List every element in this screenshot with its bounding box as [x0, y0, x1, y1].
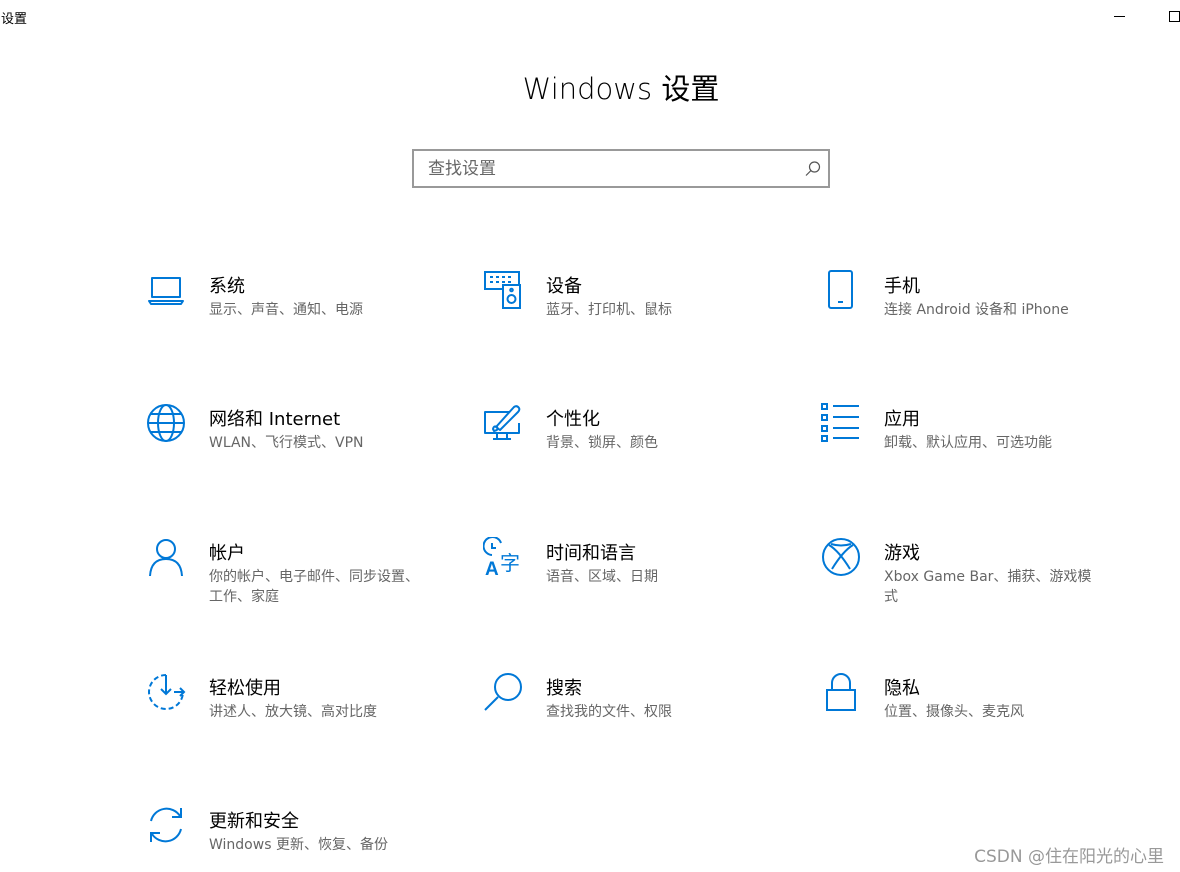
tile-accounts[interactable]: 帐户 你的帐户、电子邮件、同步设置、工作、家庭 — [146, 537, 446, 617]
tile-description: 讲述人、放大镜、高对比度 — [209, 704, 377, 720]
tile-title: 更新和安全 — [209, 811, 299, 832]
tile-description: 卸载、默认应用、可选功能 — [884, 435, 1052, 451]
tile-title: 系统 — [209, 276, 245, 297]
tile-privacy[interactable]: 隐私 位置、摄像头、麦克风 — [821, 672, 1121, 752]
time-language-icon: A 字 — [483, 537, 523, 577]
tile-description: 你的帐户、电子邮件、同步设置、工作、家庭 — [209, 569, 419, 605]
tile-description: 连接 Android 设备和 iPhone — [884, 302, 1069, 318]
tile-title: 轻松使用 — [209, 678, 281, 699]
tile-personalization[interactable]: 个性化 背景、锁屏、颜色 — [483, 403, 783, 483]
tile-description: WLAN、飞行模式、VPN — [209, 435, 364, 451]
maximize-button[interactable] — [1152, 0, 1180, 32]
tile-description: 背景、锁屏、颜色 — [546, 435, 658, 451]
minimize-button[interactable] — [1097, 0, 1143, 32]
tile-gaming[interactable]: 游戏 Xbox Game Bar、捕获、游戏模式 — [821, 537, 1121, 617]
watermark: CSDN @住在阳光的心里 — [974, 847, 1164, 867]
title-bar: 设置 — [0, 0, 1180, 32]
svg-text:A: A — [485, 559, 499, 577]
tile-time-language[interactable]: A 字 时间和语言 语音、区域、日期 — [483, 537, 783, 617]
tile-title: 时间和语言 — [546, 543, 636, 564]
tile-ease-of-access[interactable]: 轻松使用 讲述人、放大镜、高对比度 — [146, 672, 446, 752]
tile-phone[interactable]: 手机 连接 Android 设备和 iPhone — [821, 270, 1121, 350]
tile-description: 显示、声音、通知、电源 — [209, 302, 363, 318]
apps-list-icon — [821, 403, 861, 443]
ease-of-access-icon — [146, 672, 186, 712]
tile-devices[interactable]: 设备 蓝牙、打印机、鼠标 — [483, 270, 783, 350]
maximize-icon — [1169, 11, 1180, 22]
search-input[interactable] — [414, 151, 784, 186]
svg-text:字: 字 — [500, 551, 520, 575]
person-icon — [146, 537, 186, 577]
tile-description: 位置、摄像头、麦克风 — [884, 704, 1024, 720]
tile-title: 网络和 Internet — [209, 409, 341, 430]
tile-title: 帐户 — [209, 543, 245, 564]
search-box[interactable] — [412, 149, 830, 188]
settings-window: 设置 Windows 设置 系统 显示、声音、通知、电源 — [0, 0, 1180, 872]
tile-title: 应用 — [884, 409, 920, 430]
tile-search[interactable]: 搜索 查找我的文件、权限 — [483, 672, 783, 752]
devices-icon — [483, 270, 523, 310]
minimize-icon — [1114, 16, 1125, 17]
globe-icon — [146, 403, 186, 443]
tile-system[interactable]: 系统 显示、声音、通知、电源 — [146, 270, 446, 350]
tile-description: 查找我的文件、权限 — [546, 704, 672, 720]
tile-title: 设备 — [546, 276, 582, 297]
window-title: 设置 — [1, 12, 28, 27]
tile-title: 搜索 — [546, 678, 582, 699]
xbox-icon — [821, 537, 861, 577]
tile-description: 语音、区域、日期 — [546, 569, 658, 585]
tile-description: 蓝牙、打印机、鼠标 — [546, 302, 672, 318]
tile-description: Windows 更新、恢复、备份 — [209, 837, 388, 853]
search-icon[interactable] — [804, 160, 822, 178]
tile-title: 游戏 — [884, 543, 920, 564]
laptop-icon — [146, 270, 186, 310]
tile-update-security[interactable]: 更新和安全 Windows 更新、恢复、备份 — [146, 805, 446, 872]
tile-title: 隐私 — [884, 678, 920, 699]
tile-network[interactable]: 网络和 Internet WLAN、飞行模式、VPN — [146, 403, 446, 483]
tile-title: 个性化 — [546, 409, 600, 430]
lock-icon — [821, 672, 861, 712]
tile-apps[interactable]: 应用 卸载、默认应用、可选功能 — [821, 403, 1121, 483]
personalization-icon — [483, 403, 523, 443]
page-title: Windows 设置 — [522, 72, 720, 106]
search-magnifier-icon — [483, 672, 523, 712]
phone-icon — [821, 270, 861, 310]
tile-description: Xbox Game Bar、捕获、游戏模式 — [884, 569, 1092, 605]
update-icon — [146, 805, 186, 845]
tile-title: 手机 — [884, 276, 920, 297]
